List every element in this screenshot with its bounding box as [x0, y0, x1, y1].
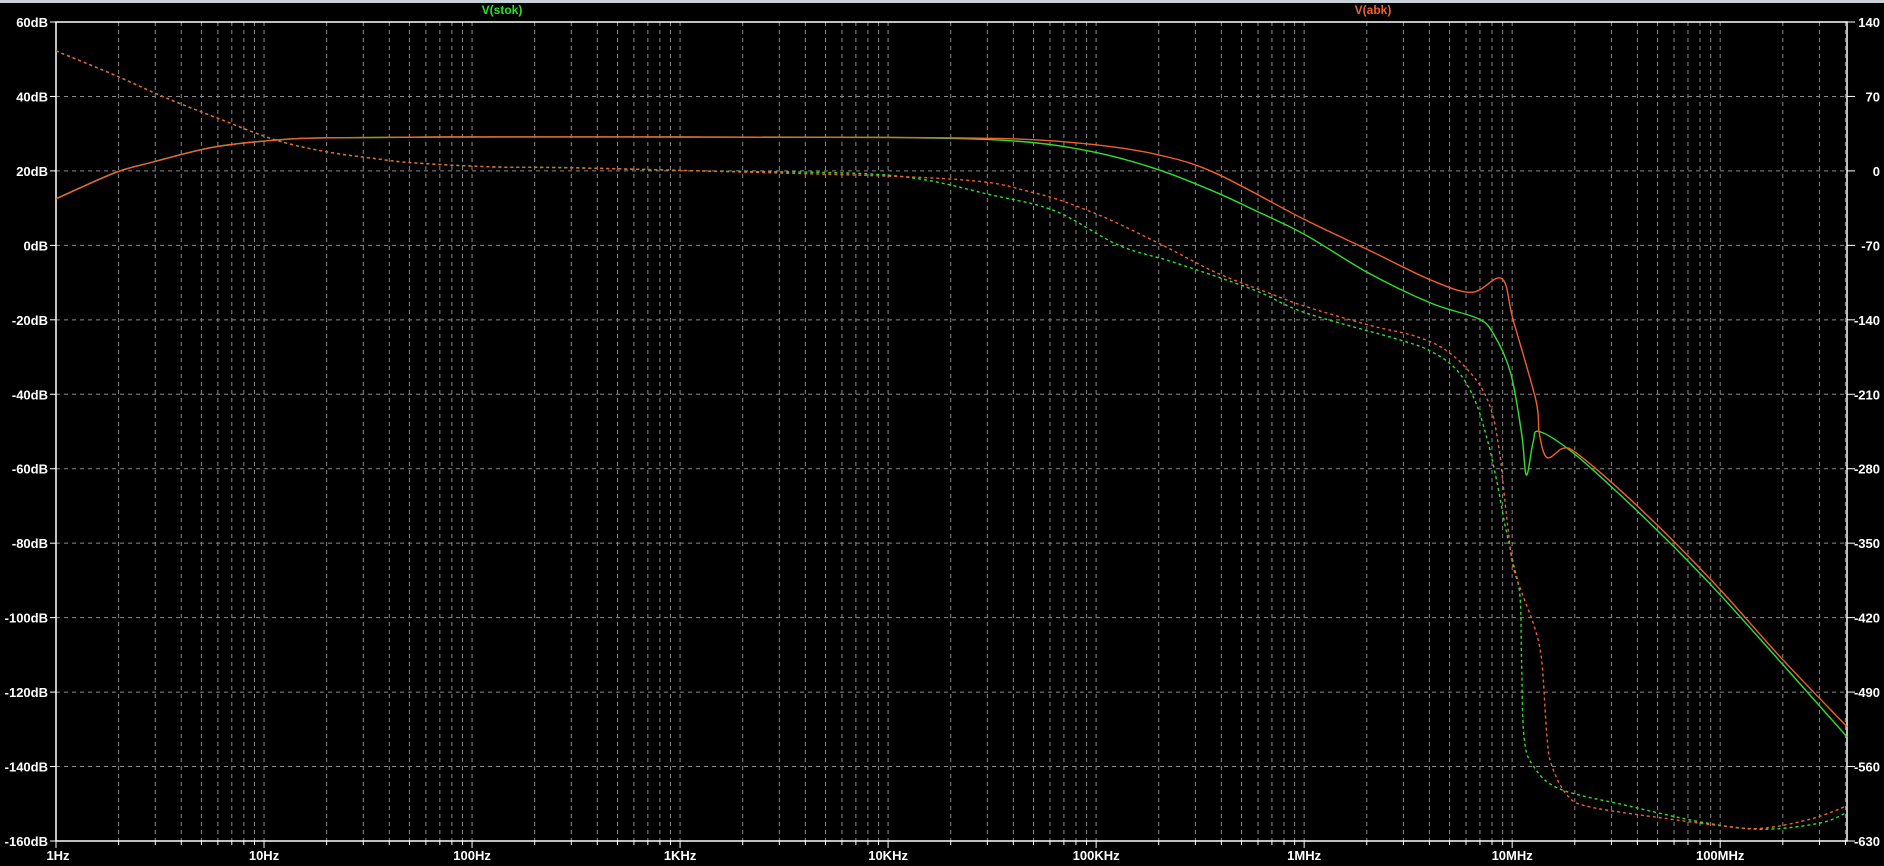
right-tick-label: -70	[1861, 238, 1880, 253]
left-axis-labels: 60dB 40dB 20dB 0dB -20dB -40dB -60dB -80dB -100d…	[5, 15, 48, 849]
left-tick-label: -80dB	[12, 536, 48, 551]
right-tick-label: -140	[1854, 313, 1880, 328]
x-tick-label: 100MHz	[1696, 848, 1745, 863]
grid	[56, 22, 1847, 841]
right-tick-label: -350	[1854, 536, 1880, 551]
left-tick-label: -100dB	[5, 611, 48, 626]
left-tick-label: -160dB	[5, 834, 48, 849]
plot-frame	[55, 21, 1848, 842]
x-tick-label: 10Hz	[249, 848, 280, 863]
right-tick-label: -210	[1854, 387, 1880, 402]
right-tick-label: -280	[1854, 462, 1880, 477]
left-tick-label: -60dB	[12, 462, 48, 477]
left-tick-label: 60dB	[16, 15, 48, 30]
left-tick-label: -140dB	[5, 760, 48, 775]
left-tick-label: 0dB	[23, 238, 48, 253]
left-tick-label: -40dB	[12, 387, 48, 402]
right-tick-label: -420	[1854, 611, 1880, 626]
v-stok-phase-trace[interactable]	[55, 50, 1848, 831]
x-axis-labels: 1Hz 10Hz 100Hz 1KHz 10KHz 100KHz 1MHz 10MHz 100M…	[46, 848, 1744, 863]
x-tick-label: 100Hz	[453, 848, 491, 863]
legend-v-abk[interactable]: V(abk)	[1355, 3, 1392, 17]
right-tick-label: -490	[1854, 685, 1880, 700]
x-tick-label: 10KHz	[868, 848, 908, 863]
right-tick-label: 70	[1866, 89, 1880, 104]
x-tick-label: 1KHz	[664, 848, 697, 863]
legend-v-stok[interactable]: V(stok)	[482, 3, 523, 17]
left-tick-label: -20dB	[12, 313, 48, 328]
x-tick-label: 1Hz	[46, 848, 70, 863]
traces	[55, 50, 1848, 831]
v-abk-phase-trace[interactable]	[55, 50, 1848, 830]
right-tick-label: 0	[1873, 164, 1880, 179]
axes	[50, 21, 1855, 848]
left-tick-label: -120dB	[5, 685, 48, 700]
v-stok-magnitude-trace[interactable]	[55, 136, 1848, 738]
right-axis-labels: 140 70 0 -70 -140 -210 -280 -350 -420 -490 -560 -63…	[1854, 15, 1880, 849]
x-tick-label: 100KHz	[1073, 848, 1120, 863]
x-tick-label: 10MHz	[1492, 848, 1534, 863]
v-abk-magnitude-trace[interactable]	[55, 136, 1848, 728]
right-tick-label: 140	[1858, 15, 1880, 30]
right-tick-label: -560	[1854, 760, 1880, 775]
left-tick-label: 20dB	[16, 164, 48, 179]
x-tick-label: 1MHz	[1287, 848, 1321, 863]
right-tick-label: -630	[1854, 834, 1880, 849]
left-tick-label: 40dB	[16, 89, 48, 104]
bode-plot[interactable]: 1Hz 10Hz 100Hz 1KHz 10KHz 100KHz 1MHz 10MHz 100M…	[0, 0, 1884, 866]
